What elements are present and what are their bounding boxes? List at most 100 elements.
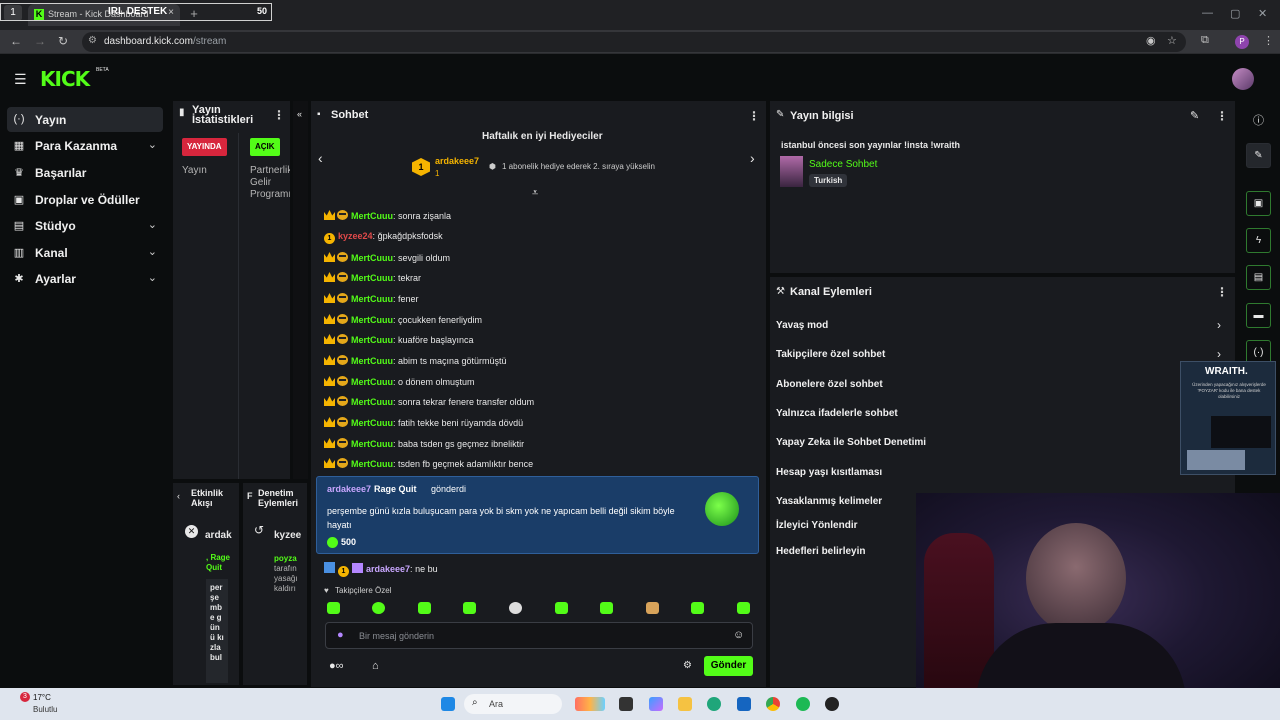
emote-icon[interactable] [555, 602, 568, 614]
action-account-age[interactable]: Hesap yaşı kısıtlaması [776, 467, 882, 478]
chevron-right-icon[interactable]: › [1217, 318, 1221, 332]
emote-icon[interactable] [691, 602, 704, 614]
weather-condition[interactable]: Bulutlu [33, 705, 57, 714]
chat-username[interactable]: MertCuuu [351, 273, 393, 283]
chat-username[interactable]: MertCuuu [351, 418, 393, 428]
chevron-right-icon[interactable]: › [1217, 347, 1221, 361]
window-close-icon[interactable]: ✕ [1258, 7, 1267, 20]
send-button[interactable]: Gönder [704, 656, 753, 676]
browser-menu-icon[interactable]: ⋮ [1263, 34, 1274, 47]
chat-message-input[interactable]: ● Bir mesaj gönderin ☺ [325, 622, 753, 649]
chat-username[interactable]: MertCuuu [351, 294, 393, 304]
chat-username[interactable]: MertCuuu [351, 459, 393, 469]
chrome-icon[interactable] [766, 697, 780, 711]
chat-username[interactable]: MertCuuu [351, 397, 393, 407]
back-icon[interactable]: ← [10, 34, 22, 48]
hamburger-menu-icon[interactable]: ☰ [14, 71, 27, 88]
forward-icon[interactable]: → [34, 34, 46, 48]
chat-username[interactable]: kyzee24 [338, 231, 373, 241]
rail-edit-button[interactable]: ✎ [1246, 143, 1271, 168]
emote-icon[interactable] [646, 602, 659, 614]
emote-icon[interactable] [463, 602, 476, 614]
store-icon[interactable]: ⌂ [372, 660, 379, 672]
user-avatar[interactable] [1232, 68, 1254, 90]
chat-username[interactable]: MertCuuu [351, 356, 393, 366]
windows-start-icon[interactable] [441, 697, 455, 711]
chat-username[interactable]: ardakeee7 [366, 564, 410, 574]
action-subscribers-only[interactable]: Abonelere özel sohbet [776, 379, 883, 390]
emoji-icon[interactable]: ☺ [733, 629, 744, 641]
copilot-icon[interactable] [649, 697, 663, 711]
mic-icon[interactable]: ● [337, 629, 344, 641]
action-host[interactable]: İzleyici Yönlendir [776, 520, 858, 531]
sidebar-item-studyo[interactable]: ▤ Stüdyo ⌄ [7, 213, 163, 238]
action-banned-words[interactable]: Yasaklanmış kelimeler [776, 496, 882, 507]
stream-category[interactable]: Sadece Sohbet [809, 159, 877, 170]
chat-icon: ▬ [1253, 310, 1264, 321]
chat-username[interactable]: MertCuuu [351, 377, 393, 387]
chat-username[interactable]: MertCuuu [351, 439, 393, 449]
emote-icon[interactable] [327, 602, 340, 614]
gifters-next-icon[interactable]: › [750, 150, 755, 166]
emote-icon[interactable] [737, 602, 750, 614]
site-info-icon[interactable]: ⚙ [88, 35, 97, 46]
chat-username[interactable]: MertCuuu [351, 335, 393, 345]
stream-info-menu-icon[interactable]: ⋮ [1216, 109, 1228, 123]
channel-actions-menu-icon[interactable]: ⋮ [1216, 285, 1228, 299]
gifters-prev-icon[interactable]: ‹ [318, 150, 323, 166]
collapse-arrows-icon[interactable]: « [297, 109, 302, 119]
sidebar-item-droplar[interactable]: ▣ Droplar ve Ödüller [7, 187, 163, 212]
collapse-left-icon[interactable]: ‹ [177, 491, 180, 501]
emote-icon[interactable] [372, 602, 385, 614]
browser-profile-avatar[interactable]: P [1235, 35, 1249, 49]
file-explorer-icon[interactable] [678, 697, 692, 711]
category-thumbnail[interactable] [780, 156, 803, 187]
rail-bolt-button[interactable]: ϟ [1246, 228, 1271, 253]
store-app-icon[interactable] [737, 697, 751, 711]
chat-settings-icon[interactable]: ⚙ [683, 660, 692, 671]
pinned-scroll-icon[interactable]: ⩡ [532, 187, 538, 200]
bookmark-star-icon[interactable]: ☆ [1167, 34, 1177, 47]
kick-logo[interactable]: KICK [40, 67, 90, 91]
info-icon[interactable]: ⓘ [1253, 112, 1264, 128]
rail-clipboard-button[interactable]: ▤ [1246, 265, 1271, 290]
sidebar-item-para-kazanma[interactable]: ▦ Para Kazanma ⌄ [7, 133, 163, 158]
highlight-user[interactable]: ardakeee7 [327, 484, 371, 494]
minimize-icon[interactable]: — [1202, 7, 1213, 19]
emote-icon[interactable] [600, 602, 613, 614]
sidebar-item-kanal[interactable]: ▥ Kanal ⌄ [7, 240, 163, 265]
url-field[interactable]: ⚙ dashboard.kick.com/stream [82, 32, 1186, 52]
chat-username[interactable]: MertCuuu [351, 211, 393, 221]
emote-picker-icon[interactable]: ●∞ [329, 660, 344, 672]
stats-menu-icon[interactable]: ⋮ [273, 108, 285, 122]
chat-username[interactable]: MertCuuu [351, 315, 393, 325]
taskbar-search[interactable]: ⌕ Ara [464, 694, 562, 714]
reload-icon[interactable]: ↻ [58, 34, 68, 48]
extensions-icon[interactable]: ⧉ [1201, 34, 1209, 47]
sidebar-item-yayin[interactable]: (·) Yayın [7, 107, 163, 132]
action-goals[interactable]: Hedefleri belirleyin [776, 546, 865, 557]
collapse-left-icon[interactable]: F [247, 491, 253, 501]
chat-username[interactable]: MertCuuu [351, 253, 393, 263]
spotify-icon[interactable] [796, 697, 810, 711]
emote-icon[interactable] [509, 602, 522, 614]
collapse-strip[interactable]: « [292, 100, 309, 480]
eye-slash-icon[interactable]: ◉ [1146, 34, 1156, 47]
action-emotes-only[interactable]: Yalnızca ifadelerle sohbet [776, 408, 898, 419]
obs-icon[interactable] [825, 697, 839, 711]
action-slow-mode[interactable]: Yavaş mod [776, 320, 828, 331]
action-ai-moderation[interactable]: Yapay Zeka ile Sohbet Denetimi [776, 437, 926, 448]
chat-menu-icon[interactable]: ⋮ [748, 109, 760, 123]
edge-icon[interactable] [707, 697, 721, 711]
action-followers-only[interactable]: Takipçilere özel sohbet [776, 349, 885, 360]
sidebar-item-ayarlar[interactable]: ✱ Ayarlar ⌄ [7, 266, 163, 291]
maximize-icon[interactable]: ▢ [1230, 7, 1240, 20]
weather-temperature[interactable]: 17°C [33, 693, 51, 702]
emote-icon[interactable] [418, 602, 431, 614]
task-view-icon[interactable] [619, 697, 633, 711]
edit-pencil-icon[interactable]: ✎ [1190, 109, 1199, 122]
rail-chat-button[interactable]: ▬ [1246, 303, 1271, 328]
search-highlight-icon[interactable] [575, 697, 605, 711]
rail-capture-button[interactable]: ▣ [1246, 191, 1271, 216]
sidebar-item-basarilar[interactable]: ♛ Başarılar [7, 160, 163, 185]
